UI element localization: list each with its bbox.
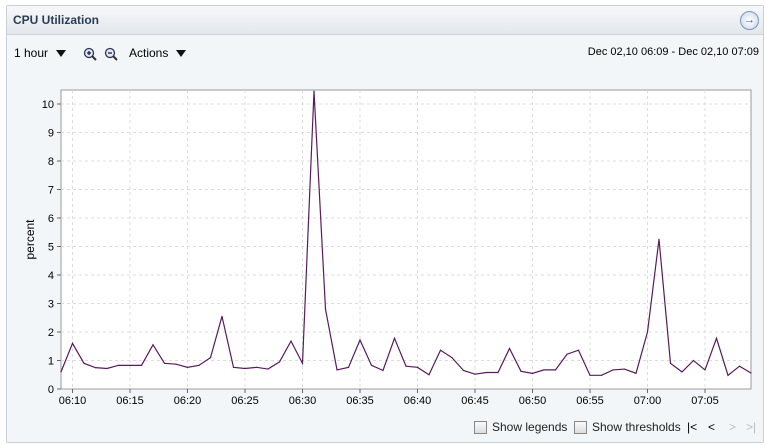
x-tick-label: 06:30 bbox=[289, 395, 317, 407]
x-tick-label: 06:25 bbox=[231, 395, 259, 407]
data-point bbox=[531, 372, 534, 374]
y-tick-label: 0 bbox=[48, 384, 54, 396]
y-axis-label: percent bbox=[23, 219, 37, 260]
checkbox-box[interactable] bbox=[474, 421, 487, 435]
data-point bbox=[577, 349, 580, 351]
data-point bbox=[439, 349, 442, 351]
data-point bbox=[336, 369, 338, 371]
data-point bbox=[117, 364, 120, 366]
x-tick-label: 07:05 bbox=[691, 395, 719, 407]
data-point bbox=[658, 238, 660, 240]
data-point bbox=[393, 337, 396, 339]
data-point bbox=[313, 90, 315, 92]
data-point bbox=[94, 367, 97, 369]
data-point bbox=[324, 308, 327, 310]
data-point bbox=[152, 344, 154, 346]
x-tick-label: 06:15 bbox=[116, 395, 144, 407]
data-point bbox=[405, 365, 407, 367]
y-tick-label: 1 bbox=[48, 356, 54, 368]
data-point bbox=[554, 369, 557, 371]
x-tick-label: 06:10 bbox=[59, 395, 87, 407]
last-page-button[interactable]: >| bbox=[746, 420, 756, 434]
x-tick-label: 06:40 bbox=[404, 395, 432, 407]
x-tick-label: 06:50 bbox=[519, 395, 547, 407]
data-point bbox=[428, 374, 430, 376]
y-tick-label: 3 bbox=[48, 299, 54, 311]
data-point bbox=[646, 331, 649, 333]
y-tick-label: 4 bbox=[48, 270, 54, 282]
data-point bbox=[359, 339, 361, 341]
data-point bbox=[186, 366, 189, 368]
x-tick-label: 06:20 bbox=[174, 395, 202, 407]
data-point bbox=[543, 369, 545, 371]
y-tick-label: 7 bbox=[48, 185, 54, 197]
cpu-chart: 0 1 2 3 4 5 6 7 8 9 10 06:10 06:15 06:20 06:25 06:30 06:… bbox=[23, 89, 752, 407]
data-point bbox=[485, 371, 488, 374]
data-point bbox=[83, 362, 85, 364]
data-point bbox=[106, 367, 108, 370]
data-point bbox=[635, 372, 637, 374]
data-point bbox=[301, 362, 304, 364]
data-point bbox=[71, 342, 74, 344]
data-point bbox=[600, 374, 603, 376]
data-point bbox=[623, 368, 626, 370]
data-point bbox=[681, 371, 683, 373]
y-tick-label: 9 bbox=[48, 128, 54, 140]
prev-page-button[interactable]: < bbox=[708, 420, 715, 434]
data-point bbox=[669, 362, 672, 364]
data-point bbox=[232, 366, 235, 368]
next-page-button[interactable]: > bbox=[729, 420, 736, 434]
data-point bbox=[750, 372, 752, 374]
show-thresholds-label: Show thresholds bbox=[592, 420, 681, 434]
data-point bbox=[209, 357, 212, 359]
x-tick-label: 06:45 bbox=[461, 395, 489, 407]
y-tick-label: 6 bbox=[48, 213, 54, 225]
data-point bbox=[278, 361, 281, 363]
data-point bbox=[508, 347, 511, 350]
data-point bbox=[255, 366, 258, 368]
show-legends-checkbox[interactable]: Show legends bbox=[474, 420, 568, 435]
data-point bbox=[382, 369, 384, 372]
data-point bbox=[416, 366, 419, 368]
data-point bbox=[290, 340, 292, 342]
y-tick-label: 5 bbox=[48, 242, 54, 254]
x-tick-label: 06:35 bbox=[346, 395, 374, 407]
data-point bbox=[267, 368, 269, 370]
data-point bbox=[347, 366, 350, 368]
y-tick-label: 10 bbox=[42, 99, 54, 111]
data-point bbox=[60, 371, 62, 373]
y-tick-label: 8 bbox=[48, 156, 54, 168]
data-point bbox=[163, 362, 166, 364]
show-legends-label: Show legends bbox=[492, 420, 568, 434]
data-point bbox=[140, 364, 143, 366]
data-point bbox=[727, 374, 729, 376]
first-page-button[interactable]: |< bbox=[687, 420, 697, 434]
data-point bbox=[715, 337, 718, 339]
data-point bbox=[129, 364, 131, 366]
data-point bbox=[244, 367, 246, 370]
data-point bbox=[520, 370, 522, 372]
data-point bbox=[474, 373, 476, 375]
data-point bbox=[704, 369, 706, 371]
data-point bbox=[175, 363, 177, 365]
x-tick-label: 07:00 bbox=[634, 395, 662, 407]
x-tick-label: 06:55 bbox=[576, 395, 604, 407]
show-thresholds-checkbox[interactable]: Show thresholds bbox=[574, 420, 681, 435]
data-point bbox=[612, 369, 614, 371]
data-point bbox=[221, 315, 223, 317]
data-point bbox=[451, 357, 453, 359]
data-point bbox=[738, 365, 741, 367]
data-point bbox=[198, 364, 200, 366]
data-point bbox=[497, 371, 499, 374]
data-point bbox=[589, 374, 591, 376]
data-point bbox=[566, 353, 568, 355]
y-tick-label: 2 bbox=[48, 327, 54, 339]
checkbox-box[interactable] bbox=[574, 421, 587, 435]
data-point bbox=[462, 369, 465, 372]
data-point bbox=[370, 364, 373, 366]
data-point bbox=[692, 359, 695, 362]
